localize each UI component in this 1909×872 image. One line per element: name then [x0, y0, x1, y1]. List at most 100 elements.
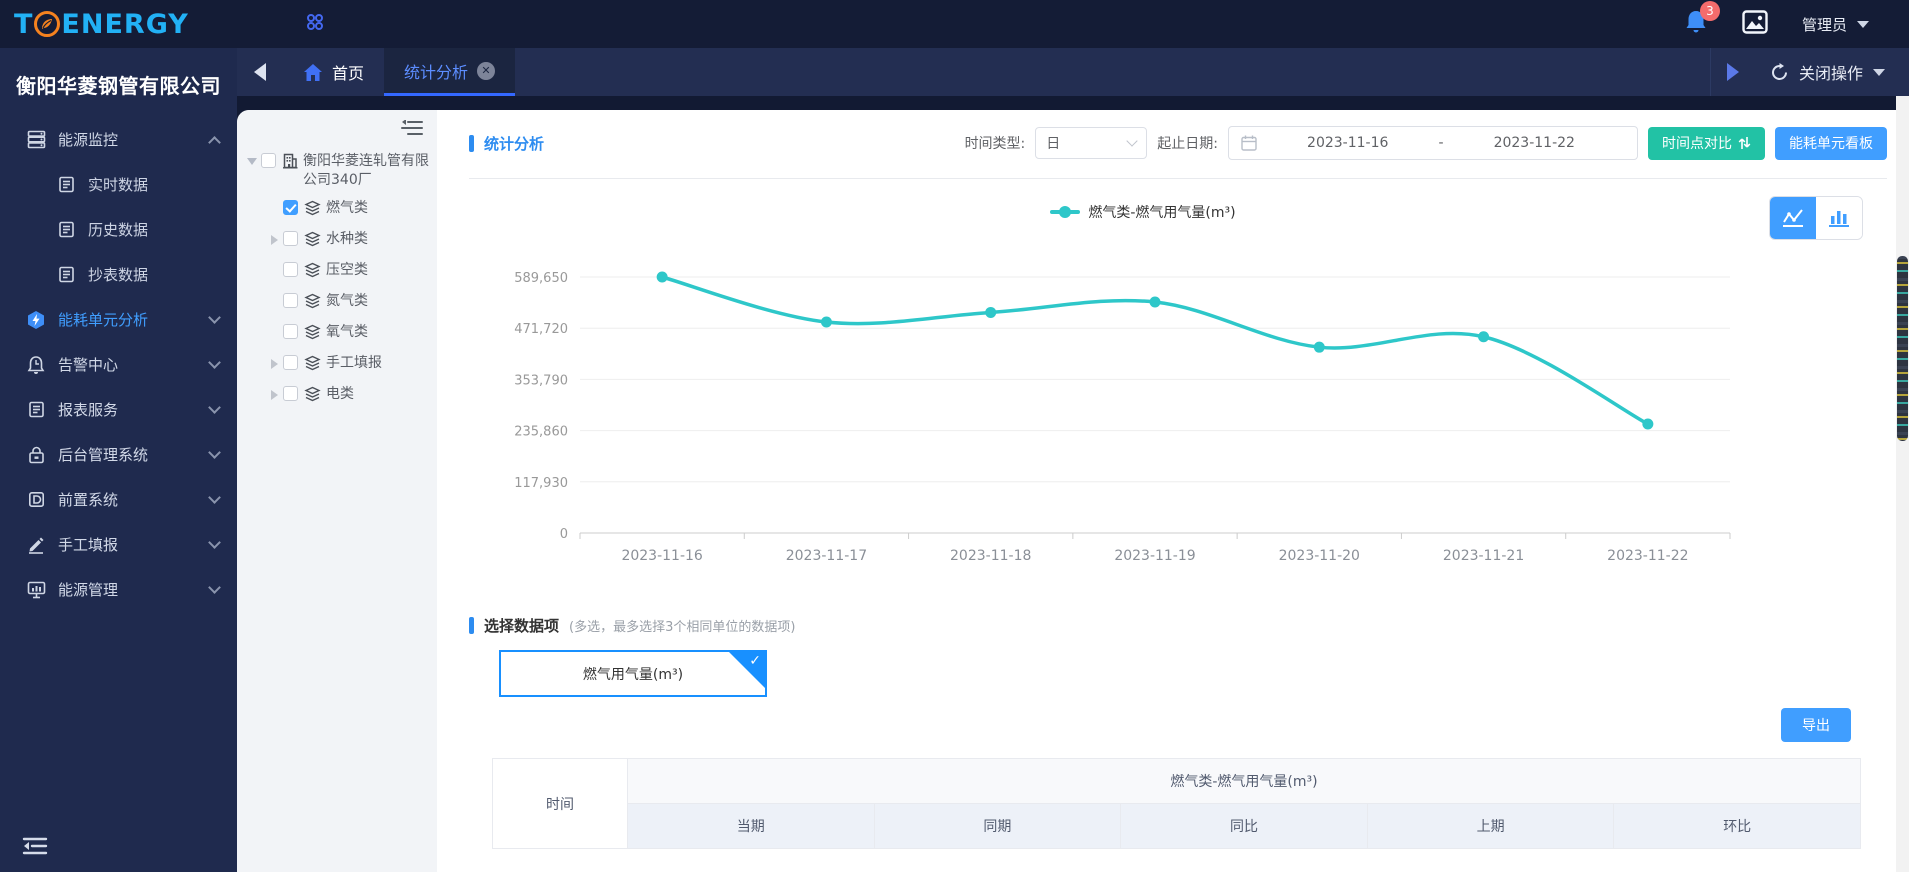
- legend-marker-icon: [1050, 206, 1081, 218]
- sidebar-item-5[interactable]: 前置系统: [0, 477, 237, 522]
- data-item-chip[interactable]: 燃气用气量(m³) ✓: [499, 650, 767, 697]
- x-axis-tick-label: 2023-11-20: [1279, 548, 1360, 564]
- chevron-down-icon: [1126, 135, 1138, 147]
- sidebar-item-1[interactable]: 能耗单元分析: [0, 297, 237, 342]
- time-type-label: 时间类型:: [964, 136, 1026, 152]
- notification-bell-icon[interactable]: 3: [1684, 1, 1720, 39]
- tabs-back-button[interactable]: [237, 48, 283, 96]
- chart-data-point[interactable]: [1478, 331, 1490, 343]
- data-table: 时间 燃气类-燃气用气量(m³) 当期 同期 同比 上期 环比: [492, 758, 1861, 872]
- sidebar-subitem[interactable]: 历史数据: [0, 207, 237, 252]
- notification-badge: 3: [1699, 1, 1720, 21]
- sidebar-item-6[interactable]: 手工填报: [0, 522, 237, 567]
- tree-checkbox[interactable]: [283, 324, 298, 339]
- sidebar-subitem[interactable]: 抄表数据: [0, 252, 237, 297]
- scrollbar-thumb[interactable]: [1897, 256, 1908, 441]
- chart-data-point[interactable]: [985, 306, 997, 318]
- chart-data-point[interactable]: [1642, 418, 1654, 430]
- close-operations-label: 关闭操作: [1798, 64, 1863, 83]
- sidebar-subitem[interactable]: 实时数据: [0, 162, 237, 207]
- screenshot-icon[interactable]: [1742, 10, 1768, 38]
- topbar-actions: 3 管理员: [1684, 1, 1909, 39]
- tree-node-5[interactable]: 手工填报: [245, 354, 433, 376]
- caret-collapsed-icon[interactable]: [270, 359, 278, 369]
- tree-checkbox[interactable]: [283, 231, 298, 246]
- tree-node-label[interactable]: 氧气类: [326, 323, 368, 342]
- top-bar: T ENERGY 3 管理员: [0, 0, 1909, 48]
- user-menu[interactable]: 管理员: [1802, 14, 1869, 35]
- tree-node-0[interactable]: 燃气类: [245, 199, 433, 221]
- tree-node-label[interactable]: 水种类: [326, 230, 368, 249]
- table-subheader: 同比: [1120, 803, 1368, 849]
- tree-node-label[interactable]: 燃气类: [326, 199, 368, 218]
- sidebar-item-7[interactable]: 能源管理: [0, 567, 237, 612]
- tree-checkbox[interactable]: [283, 262, 298, 277]
- tree-node-2[interactable]: 压空类: [245, 261, 433, 283]
- data-item-chip-label: 燃气用气量(m³): [582, 666, 684, 683]
- tree-node-root[interactable]: 衡阳华菱连轧管有限公司340厂: [245, 152, 433, 190]
- data-picker-title: 选择数据项 (多选，最多选择3个相同单位的数据项): [469, 615, 795, 636]
- tree-node-label[interactable]: 衡阳华菱连轧管有限公司340厂: [303, 152, 433, 190]
- tree-collapse-icon[interactable]: [401, 119, 423, 140]
- title-row: 统计分析 时间类型: 日 起止日期: 2023-11-16 - 2023-11-…: [469, 124, 1887, 162]
- building-icon: [282, 153, 298, 173]
- tree-node-1[interactable]: 水种类: [245, 230, 433, 252]
- date-range-label: 起止日期:: [1157, 136, 1218, 152]
- sidebar-item-4[interactable]: 后台管理系统: [0, 432, 237, 477]
- tree-node-label[interactable]: 电类: [326, 385, 354, 404]
- energy-unit-board-button[interactable]: 能耗单元看板: [1775, 126, 1887, 160]
- tree-checkbox[interactable]: [283, 355, 298, 370]
- tree-node-label[interactable]: 氮气类: [326, 292, 368, 311]
- date-range-input[interactable]: 2023-11-16 - 2023-11-22: [1228, 126, 1638, 160]
- tree-node-label[interactable]: 手工填报: [326, 354, 382, 373]
- y-axis-tick-label: 353,790: [514, 373, 568, 388]
- caret-collapsed-icon[interactable]: [270, 235, 278, 245]
- chart-data-point[interactable]: [1149, 296, 1161, 308]
- tab-statistics-label: 统计分析: [404, 62, 469, 82]
- tree-node-6[interactable]: 电类: [245, 385, 433, 407]
- time-type-select[interactable]: 日: [1035, 127, 1148, 159]
- tree-checkbox[interactable]: [261, 153, 276, 168]
- caret-collapsed-icon[interactable]: [270, 390, 278, 400]
- layers-icon: [304, 355, 321, 376]
- chart-data-point[interactable]: [820, 316, 832, 328]
- chevron-up-icon: [208, 136, 221, 149]
- tab-home[interactable]: 首页: [283, 48, 384, 96]
- line-chart[interactable]: 0 117,930 235,860 353,790 471,720 589,650 2023…: [467, 228, 1877, 578]
- chevron-down-icon: [208, 401, 221, 414]
- tree-node-4[interactable]: 氧气类: [245, 323, 433, 345]
- sidebar-collapse-icon[interactable]: [22, 836, 48, 860]
- tree-node-label[interactable]: 压空类: [326, 261, 368, 280]
- app-root: T ENERGY 3 管理员 衡阳华菱钢管有限公司 能源监控 实时数据 历史数据 抄表数…: [0, 0, 1909, 872]
- sidebar-item-3[interactable]: 报表服务: [0, 387, 237, 432]
- page-scrollbar[interactable]: [1896, 96, 1909, 872]
- tree-checkbox[interactable]: [283, 200, 298, 215]
- sidebar-subitem-label: 实时数据: [88, 176, 149, 194]
- tabs-forward-button[interactable]: [1709, 48, 1756, 96]
- caret-expanded-icon[interactable]: [247, 158, 257, 165]
- x-axis-tick-label: 2023-11-19: [1114, 548, 1195, 564]
- tree-node-3[interactable]: 氮气类: [245, 292, 433, 314]
- tree-checkbox[interactable]: [283, 386, 298, 401]
- chart-svg: 0 117,930 235,860 353,790 471,720 589,650 2023…: [514, 271, 1731, 564]
- home-icon: [304, 63, 322, 81]
- chart-data-point[interactable]: [656, 271, 668, 283]
- time-compare-button[interactable]: 时间点对比: [1648, 126, 1765, 160]
- export-button[interactable]: 导出: [1781, 708, 1851, 742]
- close-operations-menu[interactable]: 关闭操作: [1756, 48, 1909, 96]
- main-panel: 统计分析 时间类型: 日 起止日期: 2023-11-16 - 2023-11-…: [437, 110, 1909, 872]
- chevron-down-icon: [1873, 68, 1885, 76]
- front-icon: [26, 490, 46, 510]
- sidebar-subitem-label: 抄表数据: [88, 266, 149, 284]
- chart-legend[interactable]: 燃气类-燃气用气量(m³): [437, 202, 1849, 222]
- apps-grid-icon[interactable]: [305, 12, 325, 36]
- tab-statistics[interactable]: 统计分析 ✕: [384, 48, 516, 96]
- sidebar-item-0[interactable]: 能源监控: [0, 117, 237, 162]
- sidebar-item-2[interactable]: 告警中心: [0, 342, 237, 387]
- tab-close-icon[interactable]: ✕: [477, 61, 496, 80]
- sidebar-item-label: 前置系统: [58, 491, 119, 509]
- tree-checkbox[interactable]: [283, 293, 298, 308]
- logo: T ENERGY: [0, 0, 237, 48]
- arrow-left-icon: [254, 63, 266, 81]
- chart-data-point[interactable]: [1313, 341, 1325, 353]
